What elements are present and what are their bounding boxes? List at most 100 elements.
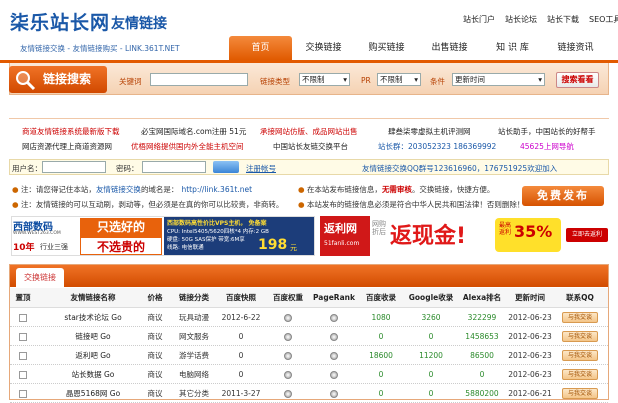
notice-line-2: ● 注：友情链接的可以互动刷，剥动等，但必须是在真的你可以比较贵，非商转。	[12, 200, 284, 209]
qq-chat-button[interactable]: 与我交谈	[562, 350, 598, 361]
ad-link[interactable]: 站长助手，中国站长的好帮手	[498, 126, 596, 137]
ad-link[interactable]: 站长群：203052323 186369992	[378, 141, 496, 152]
nav-tab-news[interactable]: 链接资讯	[544, 36, 607, 60]
row-checkbox[interactable]	[19, 314, 27, 322]
cell-bd: 1080	[371, 313, 391, 322]
cell-gg: 0	[428, 332, 434, 341]
search-button[interactable]: 搜索看看	[556, 72, 599, 88]
col-updated: 更新时间	[515, 293, 545, 302]
cell-alexa: 5880200	[465, 389, 499, 398]
cell-cat: 其它分类	[179, 389, 209, 398]
top-link-download[interactable]: 站长下载	[547, 14, 579, 25]
password-label: 密码：	[116, 164, 139, 173]
site-logo[interactable]: 柒乐站长网	[10, 8, 110, 35]
pr-select[interactable]: 不限制 ▾	[377, 73, 421, 86]
cell-name[interactable]: 晶恩5168网 Go	[53, 385, 133, 403]
row-checkbox[interactable]	[19, 333, 27, 341]
cell-alexa: 322299	[467, 313, 497, 322]
pagerank-indicator-icon	[330, 371, 338, 379]
nav-tab-buy[interactable]: 购买链接	[355, 36, 418, 60]
ad-link[interactable]: 商道友情链接系统最新版下载	[22, 126, 120, 137]
password-input[interactable]	[142, 161, 206, 173]
cell-gg: 0	[428, 370, 434, 379]
west-spec-3: 线路: 电信联通	[167, 245, 204, 251]
cell-date: 2012-06-23	[508, 332, 552, 341]
divider	[9, 118, 609, 119]
west-price-unit: 元	[290, 244, 297, 252]
qq-chat-button[interactable]: 与我交谈	[562, 331, 598, 342]
top-link-forum[interactable]: 站长论坛	[505, 14, 537, 25]
ad-link[interactable]: 承接网站仿版、成品网站出售	[260, 126, 358, 137]
cell-gg: 11200	[419, 351, 443, 360]
row-checkbox[interactable]	[19, 371, 27, 379]
col-price: 价格	[147, 293, 163, 302]
cell-gg: 0	[428, 389, 434, 398]
fanli-go-button[interactable]: 立即去返利	[566, 228, 608, 242]
cell-date: 2012-06-23	[508, 370, 552, 379]
notice-line-1-right: ● 在本站发布链接信息，无需审核。交换链接，快捷方便。	[298, 185, 495, 194]
ad-link[interactable]: 中国站长友链交换平台	[273, 141, 348, 152]
cell-cat: 网文服务	[179, 332, 209, 341]
fanli-url: 51fanli.com	[324, 240, 360, 247]
free-publish-button[interactable]: 免费发布	[522, 186, 604, 206]
ad-link[interactable]: 45625上网导航	[520, 141, 574, 152]
cell-name[interactable]: 站长数据 Go	[53, 366, 133, 384]
west-rank: 行业三强	[40, 243, 68, 251]
row-checkbox[interactable]	[19, 352, 27, 360]
cell-alexa: 86500	[470, 351, 494, 360]
west-url: WWW.WEST263.COM	[13, 231, 61, 236]
keyword-label: 关键词	[119, 77, 142, 86]
cell-price: 商议	[147, 351, 163, 360]
notice-bullet-icon: ●	[12, 185, 19, 194]
row-checkbox[interactable]	[19, 390, 27, 398]
pagerank-indicator-icon	[330, 390, 338, 398]
top-link-portal[interactable]: 站长门户	[463, 14, 495, 25]
pagerank-indicator-icon	[330, 314, 338, 322]
nav-tab-exchange[interactable]: 交换链接	[292, 36, 355, 60]
cell-cat: 电脑网络	[179, 370, 209, 379]
cell-date: 2012-06-21	[508, 389, 552, 398]
cell-bd: 0	[378, 370, 384, 379]
ad-link[interactable]: 肆叁柒零虚拟主机评测网	[388, 126, 471, 137]
fanli-max: 最高返利	[499, 222, 512, 236]
pr-value: 不限制	[380, 75, 403, 84]
qq-group-info[interactable]: 友情链接交换QQ群号123616960，176751925欢迎加入	[362, 163, 557, 174]
keyword-input[interactable]	[150, 73, 248, 86]
notice-line-2-right: ● 本站发布的链接信息必须是符合中华人民共和国法律！否则删除！	[298, 200, 525, 209]
cell-name[interactable]: 返利吧 Go	[53, 347, 133, 365]
cell-name[interactable]: 链接吧 Go	[53, 328, 133, 346]
qq-chat-button[interactable]: 与我交谈	[562, 369, 598, 380]
cell-snap: 0	[238, 332, 244, 341]
logo-subtitle: 友情链接	[111, 16, 167, 32]
cell-name[interactable]: star技术论坛 Go	[53, 309, 133, 327]
condition-select[interactable]: 更新时间 ▾	[452, 73, 545, 86]
west-slogan-2: 不选贵的	[80, 237, 162, 255]
ad-link[interactable]: 网店资源代理上商道资源网	[22, 141, 112, 152]
notice-bullet-icon: ●	[12, 200, 19, 209]
register-link[interactable]: 注册帐号	[246, 163, 276, 174]
fanli-percent: 35%	[514, 222, 553, 241]
cell-cat: 玩具动漫	[179, 313, 209, 322]
username-label: 用户名：	[12, 164, 42, 173]
cell-price: 商议	[147, 313, 163, 322]
pagerank-indicator-icon	[330, 352, 338, 360]
magnifier-icon	[16, 71, 36, 91]
tab-exchange[interactable]: 交换链接	[16, 268, 64, 287]
col-baidu-index: 百度收录	[366, 293, 396, 302]
cell-cat: 游学话费	[179, 351, 209, 360]
west-spec-2: 硬盘: 50G SAS保护 带宽:6M享	[167, 237, 249, 243]
nav-tab-knowledge[interactable]: 知 识 库	[481, 36, 544, 60]
weight-indicator-icon	[284, 371, 292, 379]
nav-tab-sell[interactable]: 出售链接	[418, 36, 481, 60]
top-link-seo[interactable]: SEO工具	[589, 14, 618, 25]
username-input[interactable]	[42, 161, 106, 173]
cell-date: 2012-06-23	[508, 313, 552, 322]
qq-chat-button[interactable]: 与我交谈	[562, 312, 598, 323]
login-button[interactable]	[213, 161, 239, 173]
link-type-select[interactable]: 不限制 ▾	[299, 73, 350, 86]
qq-chat-button[interactable]: 与我交谈	[562, 388, 598, 399]
ad-link[interactable]: 优梧网络提供国内外全能主机空间	[131, 141, 244, 152]
ad-link[interactable]: 必宝网国际域名.com注册 51元	[141, 126, 246, 137]
cell-price: 商议	[147, 332, 163, 341]
nav-tab-home[interactable]: 首页	[229, 36, 292, 60]
